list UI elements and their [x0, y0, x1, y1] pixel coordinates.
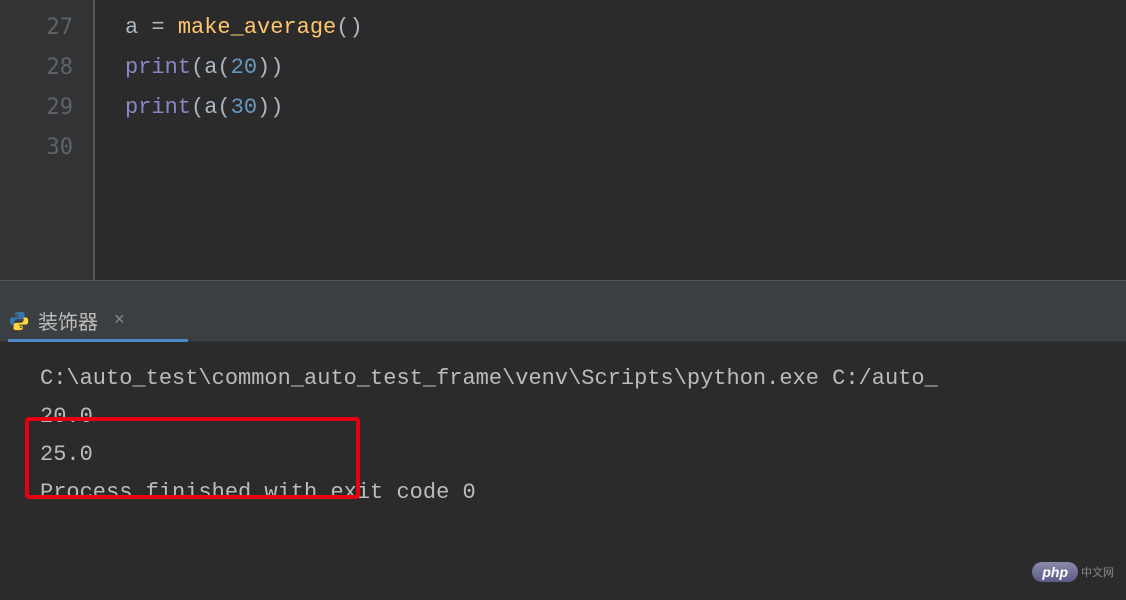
- line-number: 27: [0, 8, 73, 48]
- code-editor[interactable]: 27 28 29 30 a = make_average()print(a(20…: [0, 0, 1126, 280]
- console-line: 20.0: [40, 398, 1086, 436]
- code-line[interactable]: print(a(20)): [125, 48, 1126, 88]
- run-tab-bar: 装饰器 ×: [0, 300, 1126, 342]
- run-tool-window: 装饰器 × C:\auto_test\common_auto_test_fram…: [0, 300, 1126, 530]
- python-icon: [8, 310, 30, 332]
- console-line: 25.0: [40, 436, 1086, 474]
- console-output[interactable]: C:\auto_test\common_auto_test_frame\venv…: [0, 342, 1126, 530]
- line-gutter: 27 28 29 30: [0, 0, 95, 280]
- code-line[interactable]: [125, 128, 1126, 168]
- tab-active-indicator: [8, 339, 188, 342]
- php-badge: php: [1032, 562, 1078, 582]
- code-line[interactable]: a = make_average(): [125, 8, 1126, 48]
- line-number: 28: [0, 48, 73, 88]
- line-number: 29: [0, 88, 73, 128]
- console-line: Process finished with exit code 0: [40, 474, 1086, 512]
- code-content[interactable]: a = make_average()print(a(20))print(a(30…: [95, 0, 1126, 280]
- panel-divider[interactable]: [0, 280, 1126, 300]
- close-icon[interactable]: ×: [108, 311, 131, 331]
- watermark-text: 中文网: [1081, 564, 1114, 580]
- console-line: C:\auto_test\common_auto_test_frame\venv…: [40, 360, 1086, 398]
- watermark: php 中文网: [1032, 562, 1114, 582]
- run-tab-label[interactable]: 装饰器: [38, 306, 98, 336]
- code-line[interactable]: print(a(30)): [125, 88, 1126, 128]
- line-number: 30: [0, 128, 73, 168]
